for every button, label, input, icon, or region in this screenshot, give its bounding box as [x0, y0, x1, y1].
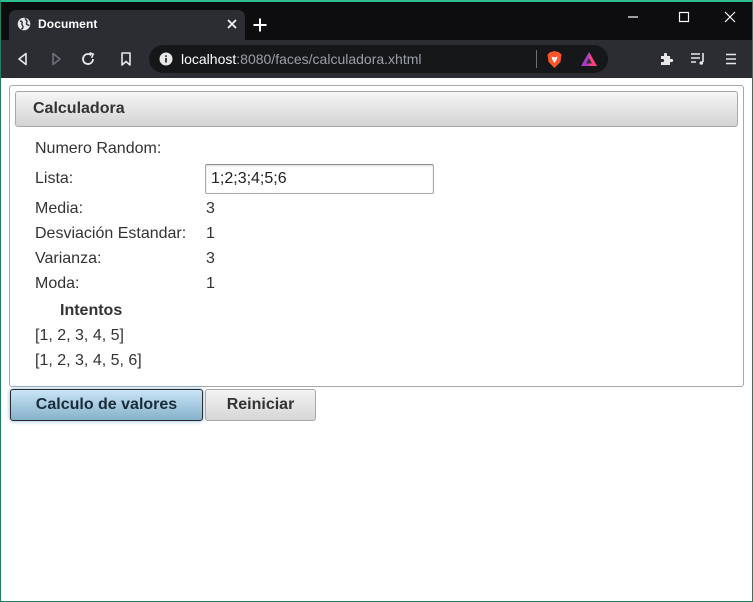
lista-input[interactable] — [205, 164, 434, 194]
varianza-value: 3 — [206, 250, 215, 267]
tab-title: Document — [38, 17, 98, 31]
media-label: Media: — [35, 200, 84, 217]
maximize-icon[interactable] — [674, 8, 694, 26]
bookmark-icon[interactable] — [118, 51, 134, 67]
brave-rewards-icon[interactable] — [580, 51, 598, 67]
moda-value: 1 — [206, 275, 215, 292]
numero-random-label: Numero Random: — [35, 140, 162, 157]
browser-window: Document localhost:8080/faces/calculador… — [0, 0, 753, 602]
minimize-icon[interactable] — [623, 8, 643, 26]
tab-document[interactable]: Document — [9, 10, 245, 40]
url-host: localhost — [181, 51, 237, 67]
calculate-button[interactable]: Calculo de valores — [10, 389, 203, 421]
puzzle-icon[interactable] — [658, 51, 674, 67]
address-bar[interactable]: localhost:8080/faces/calculadora.xhtml — [149, 45, 608, 73]
url-separator — [536, 50, 537, 68]
url-path: :8080/faces/calculadora.xhtml — [236, 51, 422, 67]
panel-title: Calculadora — [33, 100, 125, 117]
reset-button[interactable]: Reiniciar — [205, 389, 316, 421]
url-text[interactable]: localhost:8080/faces/calculadora.xhtml — [181, 51, 421, 67]
plus-icon[interactable] — [252, 17, 268, 33]
moda-label: Moda: — [35, 275, 80, 292]
brave-shields-icon[interactable] — [546, 50, 563, 69]
attempt-item: [1, 2, 3, 4, 5, 6] — [35, 352, 142, 369]
back-arrow-icon[interactable] — [15, 51, 31, 67]
media-value: 3 — [206, 200, 215, 217]
globe-icon — [17, 17, 31, 31]
attempts-heading: Intentos — [60, 302, 123, 319]
attempt-item: [1, 2, 3, 4, 5] — [35, 327, 124, 344]
reload-icon[interactable] — [80, 51, 96, 67]
calculator-panel: Calculadora Numero Random: Lista: Media:… — [9, 85, 744, 387]
window-close-icon[interactable] — [720, 8, 740, 26]
playlist-icon[interactable] — [690, 51, 706, 67]
hamburger-menu-icon[interactable] — [723, 51, 739, 67]
varianza-label: Varianza: — [35, 250, 102, 267]
browser-toolbar: localhost:8080/faces/calculadora.xhtml — [1, 40, 752, 78]
lista-label: Lista: — [35, 170, 74, 187]
tab-strip: Document — [1, 2, 752, 40]
desviacion-label: Desviación Estandar: — [35, 225, 187, 242]
page-content: Calculadora Numero Random: Lista: Media:… — [1, 78, 752, 601]
info-icon[interactable] — [159, 52, 173, 66]
desviacion-value: 1 — [206, 225, 215, 242]
panel-header: Calculadora — [15, 91, 738, 127]
forward-arrow-icon[interactable] — [48, 51, 64, 67]
close-icon[interactable] — [225, 17, 239, 31]
